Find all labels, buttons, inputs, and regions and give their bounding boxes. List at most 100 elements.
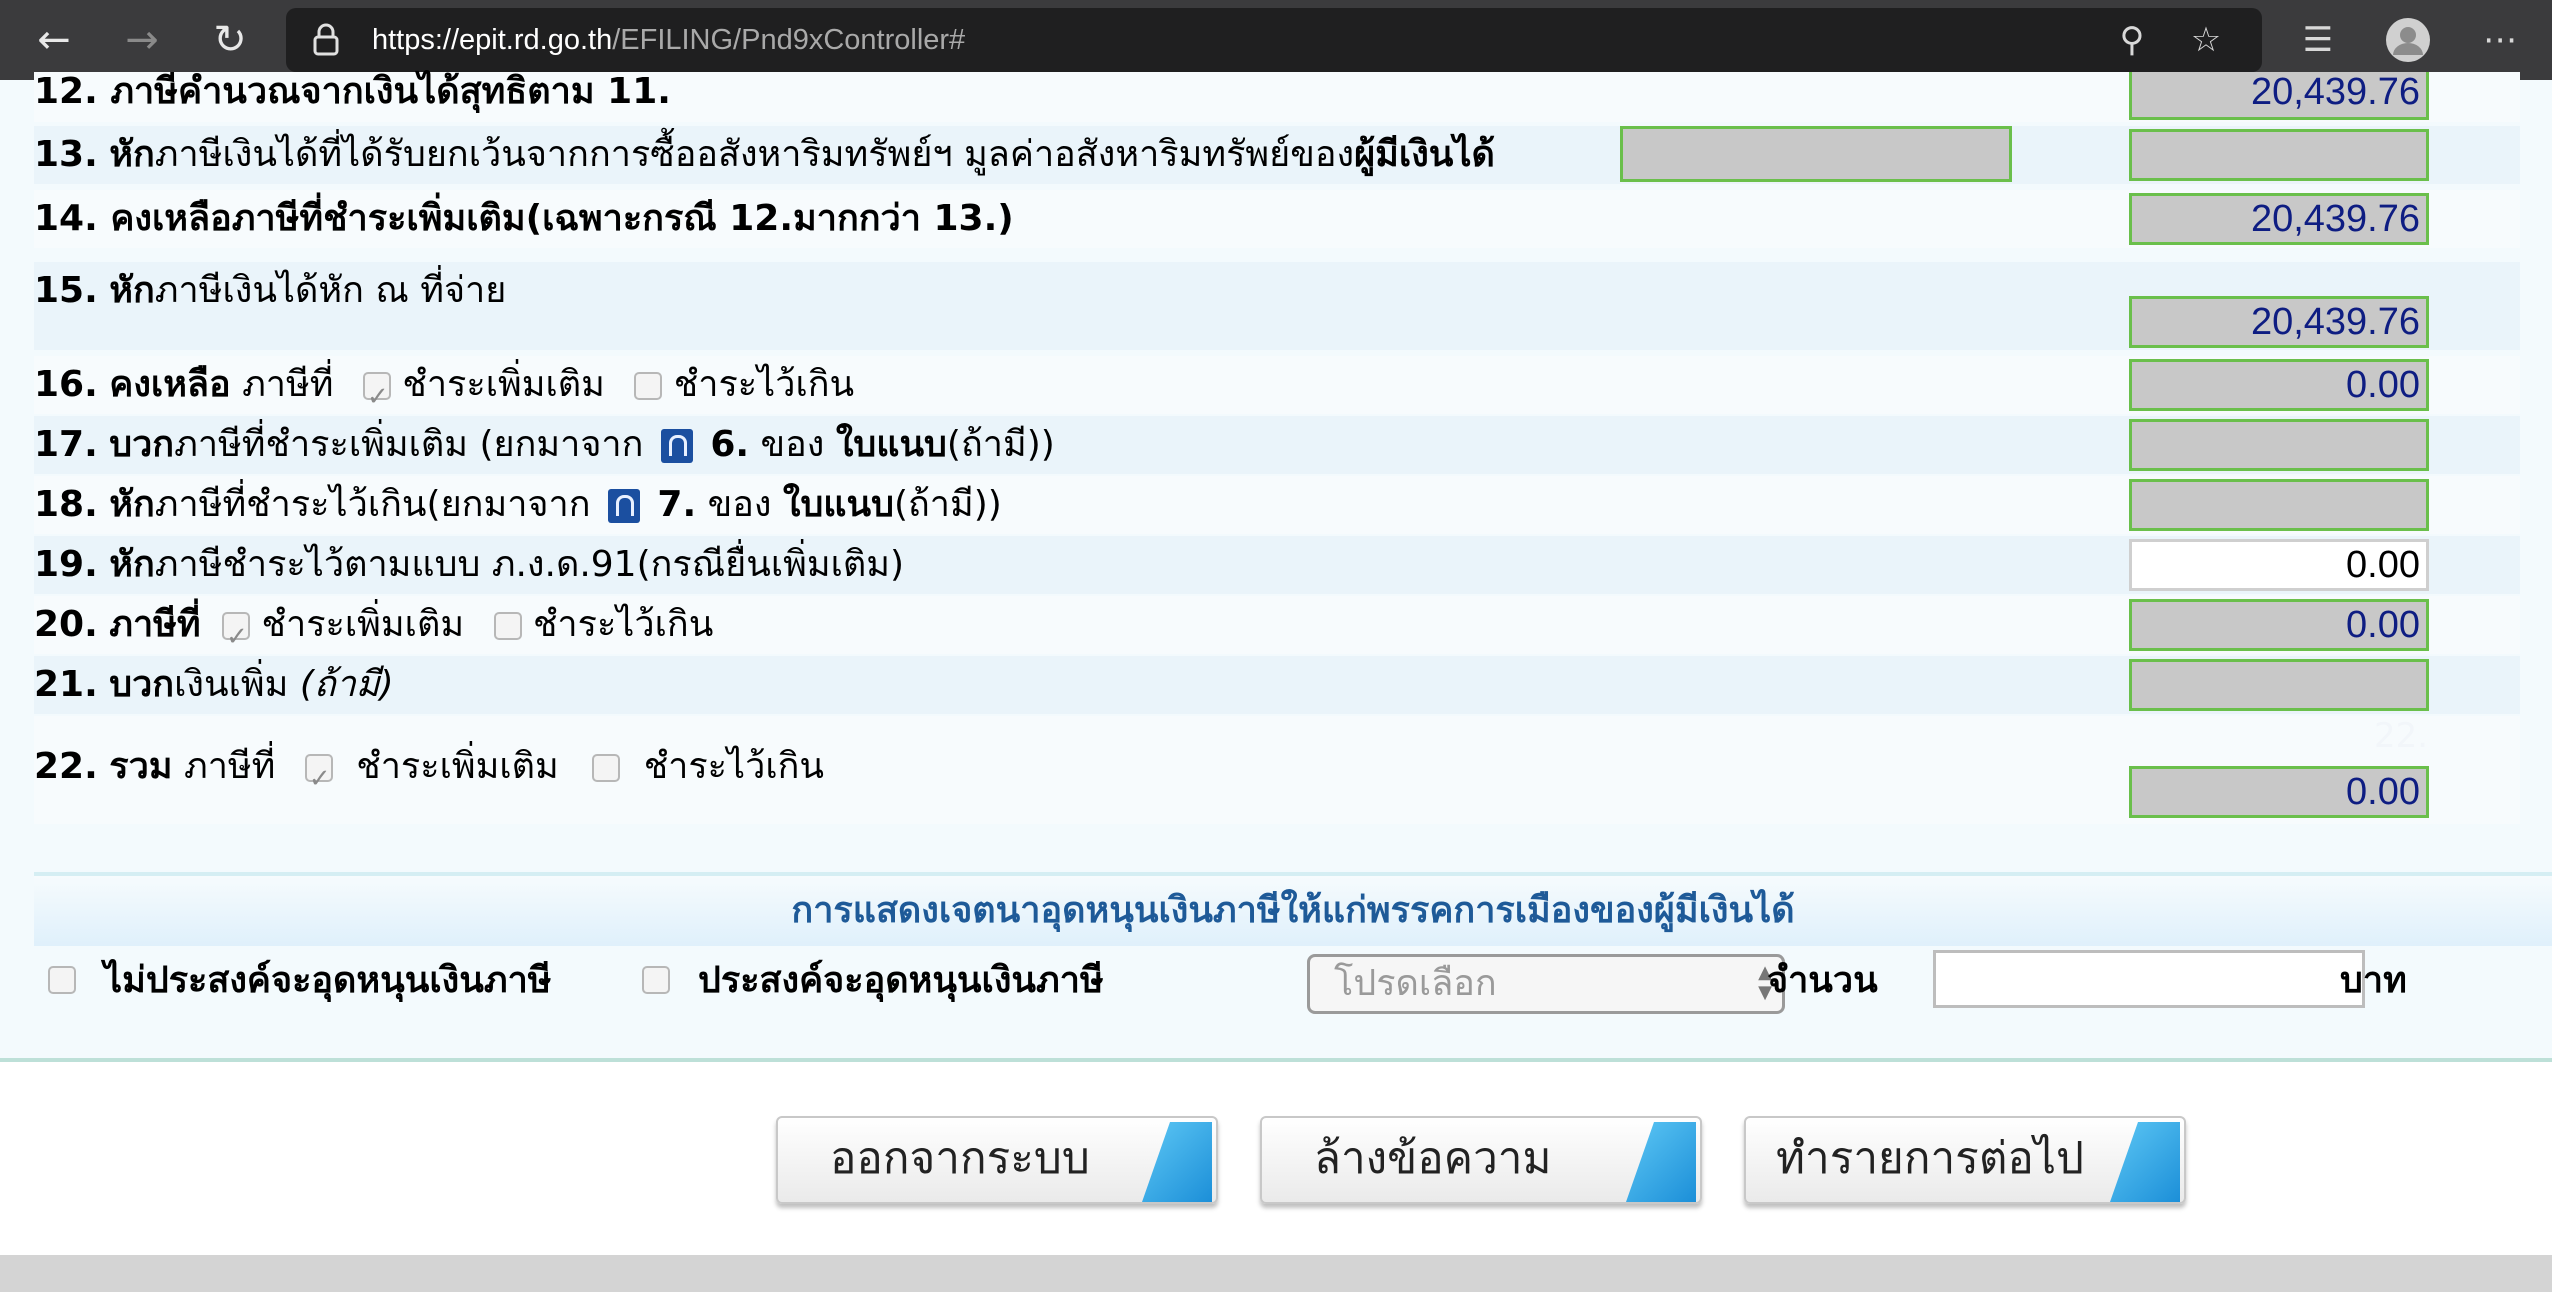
total-tax-field: 0.00 [2129, 766, 2429, 818]
donation-amount-input[interactable] [1933, 950, 2365, 1008]
back-arrow-icon[interactable]: ← [26, 12, 82, 68]
party-select[interactable]: โปรดเลือก ▲ ▼ [1307, 954, 1785, 1014]
browser-toolbar: ← → ↻ https://epit.rd.go.th/EFILING/Pnd9… [0, 0, 2552, 80]
row-14: 14. คงเหลือภาษีที่ชำระเพิ่มเติม(เฉพาะกรณ… [34, 190, 2520, 248]
logout-button-label: ออกจากระบบ [830, 1133, 1090, 1184]
url-host: https://epit.rd.go.th [372, 24, 613, 56]
row-label: เงินเพิ่ม [174, 664, 289, 705]
row-13: 13. หักภาษีเงินได้ที่ได้รับยกเว้นจากการซ… [34, 126, 2520, 184]
row-number: 18. [34, 484, 98, 525]
button-corner-icon [1626, 1122, 1696, 1202]
next-button-label: ทำรายการต่อไป [1776, 1133, 2084, 1184]
overpaid-checkbox[interactable] [634, 372, 663, 400]
row-label: ภาษีเงินได้ที่ได้รับยกเว้นจากการซื้ออสัง… [154, 134, 1355, 175]
party-select-value: โปรดเลือก [1334, 963, 1497, 1004]
row-15: 15. หักภาษีเงินได้หัก ณ ที่จ่าย 20,439.7… [34, 262, 2520, 350]
row-label: ภาษีที่ [183, 746, 276, 787]
attachment-link-icon[interactable] [660, 429, 693, 463]
logout-button[interactable]: ออกจากระบบ [776, 1116, 1218, 1204]
lock-icon [313, 23, 339, 56]
address-bar[interactable]: https://epit.rd.go.th/EFILING/Pnd9xContr… [286, 8, 2262, 72]
button-corner-icon [1142, 1122, 1212, 1202]
support-label: ประสงค์จะอุดหนุนเงินภาษี [698, 960, 1104, 1001]
row-bold: บวก [109, 664, 175, 705]
ref-of: ของ [707, 484, 772, 525]
row-17: 17. บวกภาษีที่ชำระเพิ่มเติม (ยกมาจาก 6. … [34, 416, 2520, 474]
row-bold: รวม [109, 746, 173, 787]
reload-icon[interactable]: ↻ [202, 12, 258, 68]
pay-additional-label: ชำระเพิ่มเติม [261, 604, 465, 645]
button-corner-icon [2110, 1122, 2180, 1202]
no-support-checkbox[interactable] [48, 966, 76, 994]
row-bold: คงเหลือ [109, 364, 231, 405]
balance-tax-field: 0.00 [2129, 359, 2429, 411]
add-tax-field [2129, 419, 2429, 471]
favorites-list-icon[interactable]: ☰ [2292, 14, 2344, 66]
ref-number: 6. [710, 424, 750, 465]
overpaid-checkbox[interactable] [493, 612, 522, 640]
row-number: 19. [34, 544, 98, 585]
profile-icon[interactable] [2382, 14, 2434, 66]
deduct-overpaid-field [2129, 479, 2429, 531]
zoom-icon[interactable]: ⚲ [2106, 14, 2158, 66]
pay-additional-label: ชำระเพิ่มเติม [356, 746, 559, 787]
row-number: 12. [34, 71, 98, 112]
row-label: คงเหลือภาษีที่ชำระเพิ่มเติม(เฉพาะกรณี 12… [110, 198, 1014, 239]
overpaid-checkbox[interactable] [592, 754, 621, 782]
footer-bar [0, 1255, 2552, 1292]
row-number: 17. [34, 424, 98, 465]
pay-additional-label: ชำระเพิ่มเติม [402, 364, 605, 405]
pnd91-paid-input[interactable]: 0.00 [2129, 539, 2429, 591]
row-number: 21. [34, 664, 98, 705]
ref-doc: ใบแนบ [782, 484, 894, 525]
pay-additional-checkbox[interactable] [304, 750, 333, 808]
overpaid-label: ชำระไว้เกิน [673, 364, 855, 405]
attachment-link-icon[interactable] [607, 489, 640, 523]
exempt-tax-field[interactable] [2129, 129, 2429, 181]
row-number: 20. [34, 604, 98, 645]
row-bold: หัก [109, 134, 155, 175]
row-label: ภาษีเงินได้หัก ณ ที่จ่าย [154, 270, 507, 311]
row-bold: บวก [109, 424, 175, 465]
ref-doc: ใบแนบ [835, 424, 947, 465]
row-bold: ภาษีที่ [109, 604, 201, 645]
remaining-tax-field: 20,439.76 [2129, 193, 2429, 245]
row-bold: หัก [109, 484, 155, 525]
row-22: 22. รวม ภาษีที่ ชำระเพิ่มเติม ชำระไว้เกิ… [34, 716, 2520, 824]
donation-row: ไม่ประสงค์จะอุดหนุนเงินภาษี ประสงค์จะอุด… [34, 946, 2552, 1016]
row-21: 21. บวกเงินเพิ่ม (ถ้ามี) [34, 656, 2520, 714]
surcharge-field [2129, 659, 2429, 711]
pay-additional-checkbox[interactable] [222, 608, 251, 666]
next-button[interactable]: ทำรายการต่อไป [1744, 1116, 2186, 1204]
more-icon[interactable]: ⋯ [2474, 14, 2526, 66]
row-label: ภาษีที่ [242, 364, 334, 405]
overpaid-label: ชำระไว้เกิน [532, 604, 714, 645]
star-icon[interactable]: ☆ [2180, 14, 2232, 66]
row-label: ภาษีชำระไว้ตามแบบ ภ.ง.ด.91(กรณียื่นเพิ่ม… [154, 544, 905, 585]
row-number: 15. [34, 270, 98, 311]
row-bold-2: ผู้มีเงินได้ [1354, 134, 1495, 175]
row-bold: หัก [109, 270, 155, 311]
property-value-input[interactable] [1620, 126, 2012, 182]
row-18: 18. หักภาษีที่ชำระไว้เกิน(ยกมาจาก 7. ของ… [34, 476, 2520, 534]
url-path: /EFILING/Pnd9xController# [612, 24, 966, 56]
tax-calculated-field: 20,439.76 [2129, 72, 2429, 120]
forward-arrow-icon[interactable]: → [114, 12, 170, 68]
url-text: https://epit.rd.go.th/EFILING/Pnd9xContr… [372, 8, 965, 72]
row-label: ภาษีที่ชำระเพิ่มเติม (ยกมาจาก [174, 424, 644, 465]
no-support-label: ไม่ประสงค์จะอุดหนุนเงินภาษี [104, 960, 552, 1001]
row-label: ภาษีที่ชำระไว้เกิน(ยกมาจาก [154, 484, 591, 525]
baht-label: บาท [2340, 960, 2407, 1001]
ghost-row-number: 22. [2374, 716, 2429, 756]
tax-result-field: 0.00 [2129, 599, 2429, 651]
ref-number: 7. [657, 484, 697, 525]
row-12: 12. ภาษีคำนวณจากเงินได้สุทธิตาม 11. 20,4… [34, 72, 2520, 122]
row-16: 16. คงเหลือ ภาษีที่ ชำระเพิ่มเติม ชำระไว… [34, 356, 2520, 426]
donation-heading: การแสดงเจตนาอุดหนุนเงินภาษีให้แก่พรรคการ… [34, 876, 2552, 946]
clear-button[interactable]: ล้างข้อความ [1260, 1116, 1702, 1204]
ref-tail: (ถ้ามี)) [946, 424, 1055, 465]
support-checkbox[interactable] [642, 966, 670, 994]
pay-additional-checkbox[interactable] [362, 368, 391, 426]
row-19: 19. หักภาษีชำระไว้ตามแบบ ภ.ง.ด.91(กรณียื… [34, 536, 2520, 594]
row-number: 22. [34, 746, 98, 787]
